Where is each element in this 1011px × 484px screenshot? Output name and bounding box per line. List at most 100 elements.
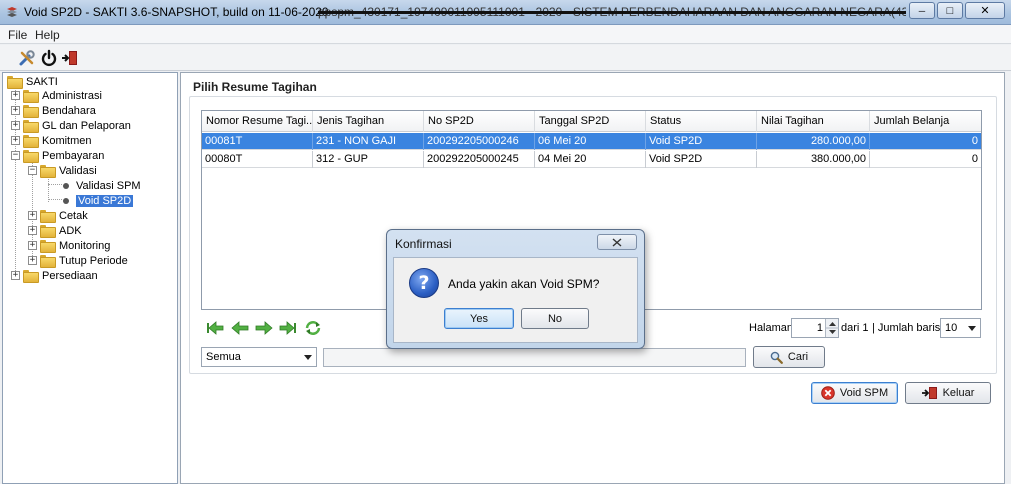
chevron-down-icon xyxy=(304,355,312,360)
dialog-message: Anda yakin akan Void SPM? xyxy=(448,277,600,291)
tree-item-monitoring[interactable]: Monitoring xyxy=(40,238,110,253)
tree-item-validasi-spm[interactable]: Validasi SPM xyxy=(63,178,141,193)
folder-icon xyxy=(40,240,56,253)
column-header[interactable]: Nomor Resume Tagi... xyxy=(202,111,313,132)
folder-icon xyxy=(40,165,56,178)
tree-label: SAKTI xyxy=(26,75,58,88)
tree-item-bendahara[interactable]: Bendahara xyxy=(23,103,96,118)
tree-label: ADK xyxy=(59,224,82,237)
folder-icon xyxy=(40,255,56,268)
first-page-icon[interactable] xyxy=(206,320,224,336)
table-row-selected[interactable]: 00081T 231 - NON GAJI 200292205000246 06… xyxy=(202,133,981,150)
tree-item-void-sp2d[interactable]: Void SP2D xyxy=(63,193,134,208)
expand-icon[interactable]: + xyxy=(28,226,37,235)
void-spm-label: Void SPM xyxy=(839,387,889,399)
tree-label: Pembayaran xyxy=(42,149,105,162)
expand-icon[interactable]: + xyxy=(28,256,37,265)
table-cell: Void SP2D xyxy=(646,133,757,150)
tree-item-cetak[interactable]: Cetak xyxy=(40,208,88,223)
close-icon: ✕ xyxy=(980,5,990,17)
tree-label: Cetak xyxy=(59,209,88,222)
tree-label: Persediaan xyxy=(42,269,98,282)
yes-button[interactable]: Yes xyxy=(444,308,514,329)
search-button[interactable]: Cari xyxy=(753,346,825,368)
expand-icon[interactable]: + xyxy=(11,271,20,280)
expand-icon[interactable]: + xyxy=(11,91,20,100)
exit-button[interactable]: Keluar xyxy=(905,382,991,404)
page-total: dari 1 xyxy=(841,322,869,334)
rows-per-page-value: 10 xyxy=(945,322,958,334)
folder-icon xyxy=(23,135,39,148)
table-cell: 06 Mei 20 xyxy=(535,133,646,150)
filter-select[interactable]: Semua xyxy=(201,347,317,367)
last-page-icon[interactable] xyxy=(279,320,297,336)
table-cell: 200292205000246 xyxy=(424,133,535,150)
table-cell: 231 - NON GAJI xyxy=(313,133,424,150)
page-label: Halaman xyxy=(749,322,794,334)
dialog-title: Konfirmasi xyxy=(395,237,452,251)
dialog-close-button[interactable] xyxy=(597,234,637,250)
menu-file[interactable]: File xyxy=(8,28,27,42)
tree-item-gl-dan-pelaporan[interactable]: GL dan Pelaporan xyxy=(23,118,131,133)
exit-icon[interactable] xyxy=(61,49,79,67)
search-icon xyxy=(770,351,783,364)
void-spm-button[interactable]: Void SPM xyxy=(811,382,898,404)
column-header[interactable]: Nilai Tagihan xyxy=(757,111,870,132)
tree-item-persediaan[interactable]: Persediaan xyxy=(23,268,98,283)
table-row[interactable]: 00080T 312 - GUP 200292205000245 04 Mei … xyxy=(202,151,981,168)
page-spinner[interactable]: 1 xyxy=(791,318,839,338)
table-cell: 00080T xyxy=(202,151,313,168)
dialog-body: ? Anda yakin akan Void SPM? Yes No xyxy=(393,257,638,343)
table-header: Nomor Resume Tagi... Jenis Tagihan No SP… xyxy=(202,111,981,132)
column-header[interactable]: Tanggal SP2D xyxy=(535,111,646,132)
close-icon xyxy=(612,237,622,247)
tree-item-adk[interactable]: ADK xyxy=(40,223,82,238)
expand-icon[interactable]: + xyxy=(11,121,20,130)
no-label: No xyxy=(547,312,563,325)
maximize-button[interactable]: □ xyxy=(937,2,963,19)
expand-icon[interactable]: + xyxy=(28,211,37,220)
power-icon[interactable] xyxy=(40,49,58,67)
filter-value: Semua xyxy=(206,351,241,363)
tree-label: Validasi xyxy=(59,164,97,177)
leaf-icon xyxy=(63,197,69,204)
close-window-button[interactable]: ✕ xyxy=(965,2,1005,19)
search-input[interactable] xyxy=(323,348,746,367)
tree-item-pembayaran[interactable]: Pembayaran xyxy=(23,148,104,163)
tree-item-tutup-periode[interactable]: Tutup Periode xyxy=(40,253,128,268)
collapse-icon[interactable]: − xyxy=(11,151,20,160)
tree-label: Komitmen xyxy=(42,134,92,147)
question-icon: ? xyxy=(409,268,439,298)
tree-item-administrasi[interactable]: Administrasi xyxy=(23,88,102,103)
refresh-icon[interactable] xyxy=(304,320,322,336)
tree-label: Tutup Periode xyxy=(59,254,128,267)
folder-icon xyxy=(23,90,39,103)
column-header[interactable]: Status xyxy=(646,111,757,132)
cancel-icon xyxy=(821,386,835,400)
next-page-icon[interactable] xyxy=(255,320,273,336)
expand-icon[interactable]: + xyxy=(11,106,20,115)
spinner-buttons[interactable] xyxy=(825,319,839,337)
tree-label: Validasi SPM xyxy=(76,179,141,192)
chevron-down-icon xyxy=(968,326,976,331)
minimize-button[interactable]: ─ xyxy=(909,2,935,19)
rows-per-page-select[interactable]: 10 xyxy=(940,318,981,338)
column-header[interactable]: Jumlah Belanja xyxy=(870,111,981,132)
collapse-icon[interactable]: − xyxy=(28,166,37,175)
expand-icon[interactable]: + xyxy=(11,136,20,145)
tree-item-komitmen[interactable]: Komitmen xyxy=(23,133,92,148)
expand-icon[interactable]: + xyxy=(28,241,37,250)
menu-bar: File Help xyxy=(0,25,1011,44)
minimize-icon: ─ xyxy=(918,5,926,16)
tools-icon[interactable] xyxy=(18,49,36,67)
column-header[interactable]: No SP2D xyxy=(424,111,535,132)
tree-item-validasi[interactable]: Validasi xyxy=(40,163,97,178)
window-title: Void SP2D - SAKTI 3.6-SNAPSHOT, build on… xyxy=(24,5,336,19)
no-button[interactable]: No xyxy=(521,308,589,329)
tree-root-sakti[interactable]: SAKTI xyxy=(7,74,58,89)
column-header[interactable]: Jenis Tagihan xyxy=(313,111,424,132)
table-cell: 04 Mei 20 xyxy=(535,151,646,168)
previous-page-icon[interactable] xyxy=(231,320,249,336)
confirm-dialog: Konfirmasi ? Anda yakin akan Void SPM? Y… xyxy=(386,229,645,349)
menu-help[interactable]: Help xyxy=(35,28,60,42)
